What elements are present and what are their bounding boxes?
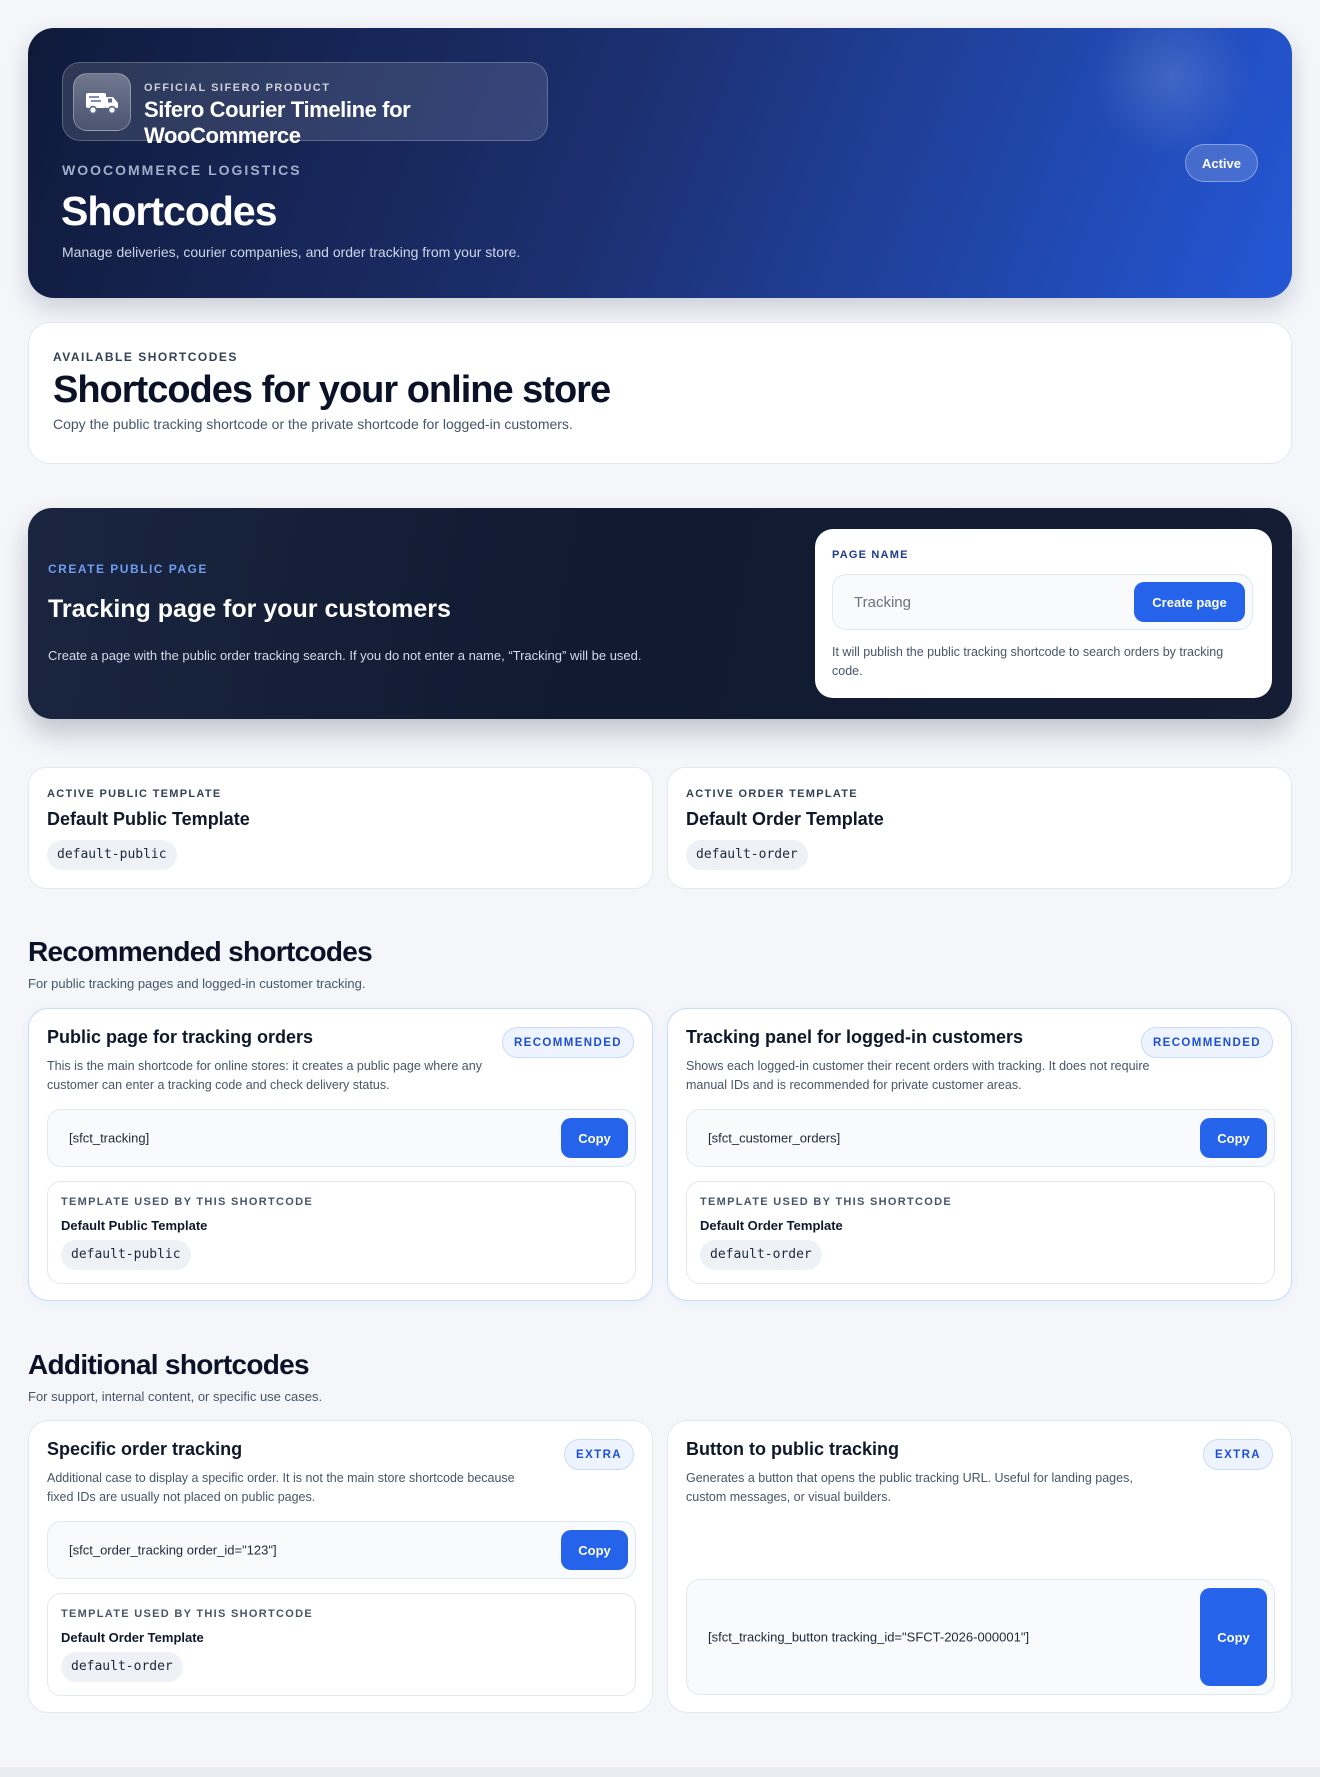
template-name: Default Public Template <box>47 809 250 829</box>
shortcode-title: Specific order tracking <box>47 1439 243 1459</box>
additional-section-subtitle: For support, internal content, or specif… <box>28 1389 323 1404</box>
shortcode-card-order-tracking: Specific order tracking EXTRA Additional… <box>28 1420 653 1713</box>
shortcode-code[interactable]: [sfct_tracking_button tracking_id="SFCT-… <box>708 1630 1029 1645</box>
copy-button[interactable]: Copy <box>561 1530 628 1570</box>
shortcode-card-tracking-button: Button to public tracking EXTRA Generate… <box>667 1420 1292 1713</box>
brand-kicker: OFFICIAL SIFERO PRODUCT <box>144 82 331 94</box>
template-eyebrow: ACTIVE PUBLIC TEMPLATE <box>47 788 222 800</box>
page-name-field-wrap: Create page <box>832 574 1253 630</box>
template-used-name: Default Order Template <box>700 1218 843 1233</box>
shortcode-description: This is the main shortcode for online st… <box>47 1059 482 1092</box>
page-title: Shortcodes <box>61 188 278 234</box>
shortcode-description: Shows each logged-in customer their rece… <box>686 1059 1150 1092</box>
extra-badge: EXTRA <box>564 1439 634 1470</box>
template-used-eyebrow: TEMPLATE USED BY THIS SHORTCODE <box>61 1608 313 1620</box>
template-used-box: TEMPLATE USED BY THIS SHORTCODE Default … <box>47 1181 636 1284</box>
intro-card: AVAILABLE SHORTCODES Shortcodes for your… <box>28 322 1292 464</box>
hero-subtitle: Manage deliveries, courier companies, an… <box>62 244 521 260</box>
intro-title: Shortcodes for your online store <box>53 369 611 411</box>
template-used-name: Default Public Template <box>61 1218 208 1233</box>
create-page-form: PAGE NAME Create page It will publish th… <box>815 529 1272 698</box>
brand-name: Sifero Courier Timeline for WooCommerce <box>144 97 411 148</box>
shortcode-title: Tracking panel for logged-in customers <box>686 1027 1024 1047</box>
shortcode-card-public-tracking: Public page for tracking orders RECOMMEN… <box>28 1008 653 1301</box>
shortcode-card-customer-orders: Tracking panel for logged-in customers R… <box>667 1008 1292 1301</box>
create-page-eyebrow: CREATE PUBLIC PAGE <box>48 562 208 576</box>
shortcode-code[interactable]: [sfct_customer_orders] <box>708 1131 840 1146</box>
shortcode-code-row: [sfct_customer_orders] Copy <box>686 1109 1275 1167</box>
template-used-eyebrow: TEMPLATE USED BY THIS SHORTCODE <box>61 1196 313 1208</box>
create-page-help: It will publish the public tracking shor… <box>832 645 1224 678</box>
shortcode-code-row: [sfct_tracking] Copy <box>47 1109 636 1167</box>
delivery-truck-icon <box>73 73 131 131</box>
template-used-slug: default-order <box>61 1652 183 1682</box>
template-slug: default-order <box>686 840 808 870</box>
copy-button[interactable]: Copy <box>561 1118 628 1158</box>
template-used-box: TEMPLATE USED BY THIS SHORTCODE Default … <box>686 1181 1275 1284</box>
recommended-section-title: Recommended shortcodes <box>28 936 373 967</box>
template-used-eyebrow: TEMPLATE USED BY THIS SHORTCODE <box>700 1196 952 1208</box>
create-page-panel: CREATE PUBLIC PAGE Tracking page for you… <box>28 508 1292 719</box>
shortcode-code-row: [sfct_order_tracking order_id="123"] Cop… <box>47 1521 636 1579</box>
template-name: Default Order Template <box>686 809 884 829</box>
shortcode-code-row: [sfct_tracking_button tracking_id="SFCT-… <box>686 1579 1275 1695</box>
template-used-slug: default-public <box>61 1240 191 1270</box>
intro-description: Copy the public tracking shortcode or th… <box>53 416 573 432</box>
additional-section-title: Additional shortcodes <box>28 1349 310 1380</box>
active-public-template-card: ACTIVE PUBLIC TEMPLATE Default Public Te… <box>28 767 653 889</box>
intro-eyebrow: AVAILABLE SHORTCODES <box>53 350 238 364</box>
recommended-badge: RECOMMENDED <box>501 1027 634 1058</box>
copy-button[interactable]: Copy <box>1200 1118 1267 1158</box>
hero-banner: OFFICIAL SIFERO PRODUCT Sifero Courier T… <box>28 28 1292 298</box>
shortcode-code[interactable]: [sfct_tracking] <box>69 1131 149 1146</box>
page-name-input[interactable] <box>834 576 1124 628</box>
create-page-title: Tracking page for your customers <box>48 595 451 623</box>
shortcode-description: Generates a button that opens the public… <box>686 1471 1133 1504</box>
footer-band <box>0 1767 1320 1777</box>
status-badge: Active <box>1184 144 1258 182</box>
shortcode-code[interactable]: [sfct_order_tracking order_id="123"] <box>69 1543 277 1558</box>
shortcode-title: Public page for tracking orders <box>47 1027 314 1047</box>
template-used-name: Default Order Template <box>61 1630 204 1645</box>
template-used-box: TEMPLATE USED BY THIS SHORTCODE Default … <box>47 1593 636 1696</box>
create-page-description: Create a page with the public order trac… <box>48 648 642 663</box>
template-slug: default-public <box>47 840 177 870</box>
extra-badge: EXTRA <box>1203 1439 1273 1470</box>
hero-glow <box>1092 28 1252 158</box>
recommended-section-subtitle: For public tracking pages and logged-in … <box>28 976 366 991</box>
template-used-slug: default-order <box>700 1240 822 1270</box>
recommended-badge: RECOMMENDED <box>1140 1027 1273 1058</box>
create-page-button[interactable]: Create page <box>1134 582 1245 622</box>
active-order-template-card: ACTIVE ORDER TEMPLATE Default Order Temp… <box>667 767 1292 889</box>
page-name-label: PAGE NAME <box>832 549 909 561</box>
shortcode-description: Additional case to display a specific or… <box>47 1471 515 1504</box>
hero-eyebrow: WOOCOMMERCE LOGISTICS <box>62 162 302 178</box>
template-eyebrow: ACTIVE ORDER TEMPLATE <box>686 788 858 800</box>
shortcode-title: Button to public tracking <box>686 1439 899 1459</box>
brand-pill: OFFICIAL SIFERO PRODUCT Sifero Courier T… <box>62 62 548 148</box>
page: OFFICIAL SIFERO PRODUCT Sifero Courier T… <box>28 28 1292 1713</box>
copy-button[interactable]: Copy <box>1200 1588 1267 1686</box>
